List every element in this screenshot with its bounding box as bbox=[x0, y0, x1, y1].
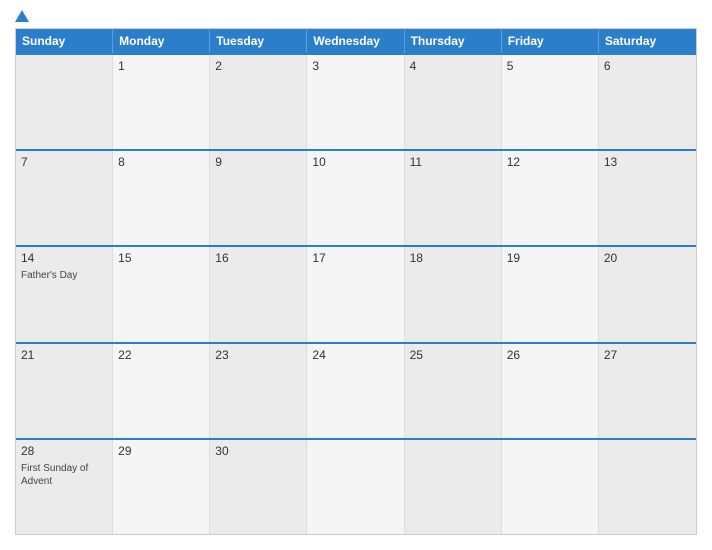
day-number: 19 bbox=[507, 251, 593, 265]
day-number: 30 bbox=[215, 444, 301, 458]
day-number: 6 bbox=[604, 59, 691, 73]
week-row-1: 789 10 11 12 13 bbox=[16, 149, 696, 245]
day-header-thursday: Thursday bbox=[405, 29, 502, 53]
day-number: 28 bbox=[21, 444, 107, 458]
cal-cell: 17 bbox=[307, 247, 404, 341]
day-event: First Sunday of Advent bbox=[21, 462, 107, 488]
cal-cell: 3 bbox=[307, 55, 404, 149]
week-row-0: 123456 bbox=[16, 53, 696, 149]
day-header-tuesday: Tuesday bbox=[210, 29, 307, 53]
cal-cell: 23 bbox=[210, 344, 307, 438]
calendar-body: 1234567891011121314Father's Day151617181… bbox=[16, 53, 696, 534]
cal-cell: 5 bbox=[502, 55, 599, 149]
day-number: 4 bbox=[410, 59, 496, 73]
day-number: 16 bbox=[215, 251, 301, 265]
day-number: 5 bbox=[507, 59, 593, 73]
day-number: 15 bbox=[118, 251, 204, 265]
day-number: 9 bbox=[215, 155, 301, 169]
cal-cell: 19 bbox=[502, 247, 599, 341]
week-row-3: 21 22 23 24 25 26 27 bbox=[16, 342, 696, 438]
cal-cell: 20 bbox=[599, 247, 696, 341]
day-number: 17 bbox=[312, 251, 398, 265]
cal-cell: 18 bbox=[405, 247, 502, 341]
cal-cell bbox=[307, 440, 404, 534]
logo bbox=[15, 10, 31, 22]
cal-cell: 30 bbox=[210, 440, 307, 534]
cal-cell: 21 bbox=[16, 344, 113, 438]
cal-cell bbox=[599, 440, 696, 534]
day-number: 21 bbox=[21, 348, 107, 362]
week-row-2: 14 Father's Day 15 16 17 18 19 20 bbox=[16, 245, 696, 341]
logo-triangle-icon bbox=[15, 10, 29, 22]
cal-cell: 13 bbox=[599, 151, 696, 245]
cal-cell: 11 bbox=[405, 151, 502, 245]
cal-cell: 6 bbox=[599, 55, 696, 149]
day-number: 18 bbox=[410, 251, 496, 265]
day-number: 24 bbox=[312, 348, 398, 362]
day-number: 12 bbox=[507, 155, 593, 169]
cal-cell: 8 bbox=[113, 151, 210, 245]
cal-cell: 16 bbox=[210, 247, 307, 341]
cal-cell: 12 bbox=[502, 151, 599, 245]
cal-cell: 9 bbox=[210, 151, 307, 245]
day-number: 2 bbox=[215, 59, 301, 73]
cal-cell: 10 bbox=[307, 151, 404, 245]
day-number: 26 bbox=[507, 348, 593, 362]
cal-cell: 28 First Sunday of Advent bbox=[16, 440, 113, 534]
cal-cell: 1 bbox=[113, 55, 210, 149]
calendar-header-row: SundayMondayTuesdayWednesdayThursdayFrid… bbox=[16, 29, 696, 53]
day-event: Father's Day bbox=[21, 269, 107, 282]
cal-cell: 4 bbox=[405, 55, 502, 149]
cal-cell: 24 bbox=[307, 344, 404, 438]
cal-cell: 27 bbox=[599, 344, 696, 438]
day-number: 22 bbox=[118, 348, 204, 362]
week-row-4: 28 First Sunday of Advent 29 30 bbox=[16, 438, 696, 534]
cal-cell: 29 bbox=[113, 440, 210, 534]
day-number: 20 bbox=[604, 251, 691, 265]
day-number: 7 bbox=[21, 155, 107, 169]
day-number: 29 bbox=[118, 444, 204, 458]
cal-cell: 22 bbox=[113, 344, 210, 438]
cal-cell bbox=[16, 55, 113, 149]
day-header-sunday: Sunday bbox=[16, 29, 113, 53]
day-number: 14 bbox=[21, 251, 107, 265]
day-number: 27 bbox=[604, 348, 691, 362]
day-header-monday: Monday bbox=[113, 29, 210, 53]
cal-cell: 2 bbox=[210, 55, 307, 149]
cal-cell bbox=[405, 440, 502, 534]
calendar-header bbox=[15, 10, 697, 28]
cal-cell: 14 Father's Day bbox=[16, 247, 113, 341]
day-header-friday: Friday bbox=[502, 29, 599, 53]
cal-cell bbox=[502, 440, 599, 534]
cal-cell: 26 bbox=[502, 344, 599, 438]
cal-cell: 15 bbox=[113, 247, 210, 341]
day-header-wednesday: Wednesday bbox=[307, 29, 404, 53]
day-number: 23 bbox=[215, 348, 301, 362]
day-number: 10 bbox=[312, 155, 398, 169]
day-number: 11 bbox=[410, 155, 496, 169]
day-number: 3 bbox=[312, 59, 398, 73]
cal-cell: 25 bbox=[405, 344, 502, 438]
cal-cell: 7 bbox=[16, 151, 113, 245]
day-number: 8 bbox=[118, 155, 204, 169]
calendar-grid: SundayMondayTuesdayWednesdayThursdayFrid… bbox=[15, 28, 697, 535]
logo-blue-text bbox=[15, 10, 31, 22]
day-number: 1 bbox=[118, 59, 204, 73]
day-header-saturday: Saturday bbox=[599, 29, 696, 53]
day-number: 13 bbox=[604, 155, 691, 169]
day-number: 25 bbox=[410, 348, 496, 362]
